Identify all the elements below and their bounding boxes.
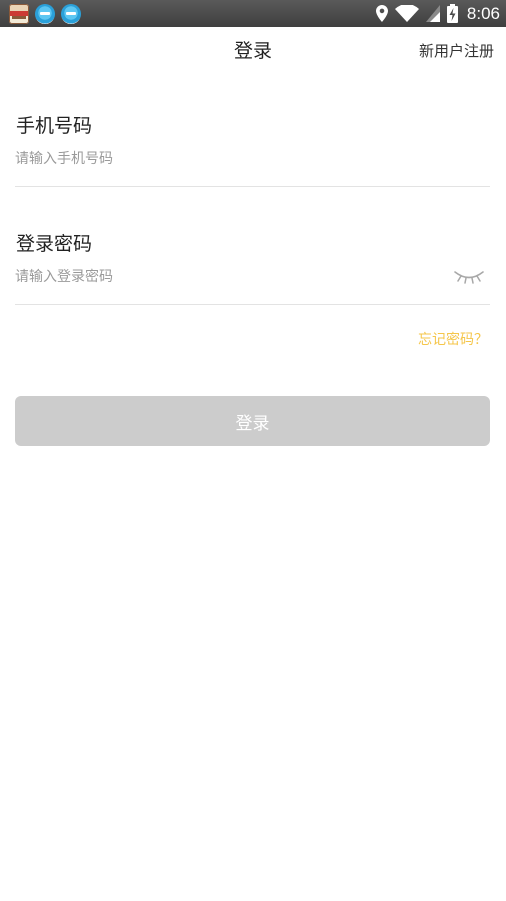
forgot-password-link[interactable]: 忘记密码？ xyxy=(418,329,488,349)
status-bar: 8:06 xyxy=(0,0,506,27)
register-button[interactable]: 新用户注册 xyxy=(419,40,494,61)
clock: 8:06 xyxy=(466,3,500,23)
app-icon-album xyxy=(9,3,29,24)
phone-input[interactable] xyxy=(15,144,490,174)
login-button[interactable]: 登录 xyxy=(15,396,490,446)
location-icon xyxy=(375,5,388,22)
battery-charging-icon xyxy=(446,4,458,23)
app-icon-fox-1 xyxy=(35,3,55,24)
notification-icons xyxy=(9,3,81,24)
phone-divider xyxy=(15,186,490,187)
password-divider xyxy=(15,304,490,305)
password-visibility-toggle[interactable] xyxy=(452,266,486,286)
password-input[interactable] xyxy=(15,262,445,292)
password-label: 登录密码 xyxy=(16,233,93,255)
wifi-icon xyxy=(394,5,419,22)
system-icons: 8:06 xyxy=(375,2,500,25)
app-icon-fox-2 xyxy=(61,3,81,24)
phone-label: 手机号码 xyxy=(16,115,93,137)
signal-icon xyxy=(425,5,440,22)
header: 登录 新用户注册 xyxy=(0,27,506,71)
eye-closed-icon xyxy=(454,271,484,284)
